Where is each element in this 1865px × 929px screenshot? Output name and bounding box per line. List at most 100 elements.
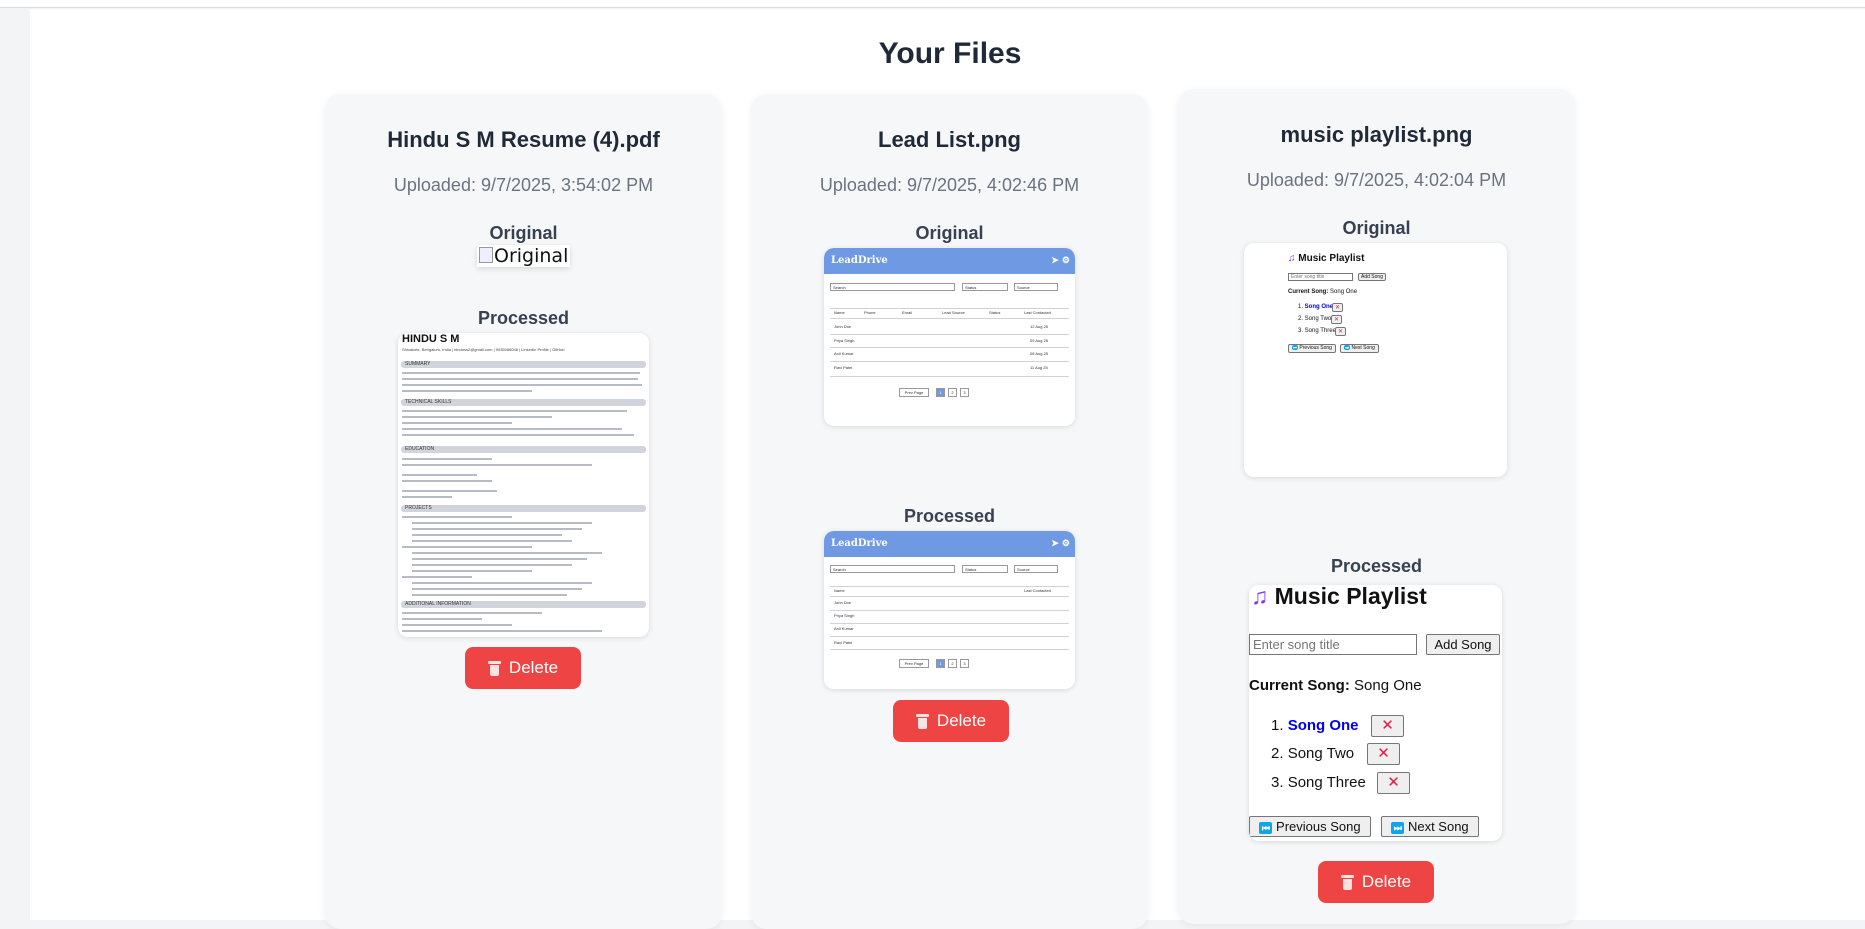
resume-line: [412, 564, 572, 566]
lead-cell: Ravi Patel: [834, 365, 853, 370]
resume-section: SUMMARY: [401, 361, 646, 368]
resume-line: [412, 588, 582, 590]
remove-song-button[interactable]: ✕: [1371, 715, 1404, 737]
lead-cell: Ravi Patel: [834, 640, 853, 645]
resume-line: [412, 528, 582, 530]
resume-line: [402, 496, 452, 498]
resume-line: [402, 372, 640, 374]
resume-line: [402, 480, 492, 482]
lead-app-name: LeadDrive: [831, 538, 888, 549]
resume-line: [402, 458, 492, 460]
remove-song-button[interactable]: ✕: [1367, 743, 1400, 765]
page-button: 3: [960, 388, 969, 397]
original-label: Original: [915, 223, 984, 243]
prev-page-button: Prev Page: [899, 659, 929, 668]
processed-label: Processed: [1330, 556, 1423, 576]
resume-line: [402, 390, 532, 392]
add-song-button: Add Song: [1358, 273, 1386, 281]
lead-app-name: LeadDrive: [831, 255, 888, 266]
processed-preview-lead[interactable]: LeadDrive ➤ ⚙ Search Status Source Name L…: [824, 531, 1075, 689]
remove-song-button[interactable]: ✕: [1377, 772, 1410, 794]
file-card-resume: Hindu S M Resume (4).pdf Uploaded: 9/7/2…: [325, 94, 722, 929]
delete-button[interactable]: Delete: [465, 647, 581, 689]
lead-cell: 08 Aug 25: [1030, 351, 1049, 356]
table-row: [830, 596, 1069, 597]
table-row: [830, 361, 1069, 362]
table-row: [830, 376, 1069, 377]
processed-preview-music[interactable]: ♫ Music Playlist Enter song title Add So…: [1249, 585, 1502, 841]
delete-button[interactable]: Delete: [1318, 861, 1434, 903]
resume-line: [402, 624, 512, 626]
current-song-label: Current Song:: [1249, 677, 1350, 694]
lead-app-header: LeadDrive ➤ ⚙: [824, 531, 1075, 557]
resume-line: [402, 464, 592, 466]
table-row: [830, 347, 1069, 348]
col-header: Phone: [864, 310, 876, 315]
resume-contact: Shivakote, Bengaluru, India | hinduss2@g…: [402, 347, 565, 352]
page-button: 1: [936, 388, 945, 397]
song-title: Song Three: [1287, 774, 1366, 791]
resume-line: [412, 582, 592, 584]
song-title: Song Two: [1287, 745, 1355, 762]
next-song-button[interactable]: ⏭ Next Song: [1381, 816, 1479, 837]
current-song: Current Song: Song One: [1288, 289, 1357, 295]
resume-line: [412, 552, 602, 554]
top-bar: [0, 0, 1865, 8]
original-image-alt: Original: [494, 245, 569, 267]
resume-line: [402, 516, 512, 518]
resume-line: [402, 378, 638, 380]
music-playlist-title-text: Music Playlist: [1274, 585, 1427, 609]
original-preview-music[interactable]: ♫ Music Playlist Enter song title Add So…: [1244, 243, 1507, 477]
resume-line: [402, 428, 622, 430]
page-button: 3: [960, 659, 969, 668]
resume-line: [402, 630, 602, 632]
processed-preview-resume[interactable]: HINDU S M Shivakote, Bengaluru, India | …: [398, 333, 649, 637]
current-song: Current Song: Song One: [1249, 677, 1422, 694]
next-song-label: Next Song: [1351, 345, 1375, 351]
table-row: [830, 610, 1069, 611]
page-title: Your Files: [878, 37, 1022, 70]
resume-line: [402, 576, 472, 578]
col-header: Last Contacted: [1024, 310, 1051, 315]
file-name: music playlist.png: [1280, 122, 1473, 147]
file-name: Hindu S M Resume (4).pdf: [387, 127, 660, 152]
lead-app-header: LeadDrive ➤ ⚙: [824, 248, 1075, 274]
resume-line: [402, 612, 542, 614]
song-input: Enter song title: [1249, 634, 1417, 655]
previous-icon: ⏮: [1292, 345, 1299, 350]
table-row: [830, 586, 1069, 587]
prev-page-button: Prev Page: [899, 388, 929, 397]
delete-button-label: Delete: [1361, 872, 1412, 891]
logout-icon: ➤ ⚙: [1051, 256, 1070, 266]
resume-section: TECHNICAL SKILLS: [401, 399, 646, 406]
song-item: 1. Song One: [1298, 304, 1334, 310]
lead-cell: Anil Kumar: [834, 626, 854, 631]
song-title: Song One: [1304, 304, 1334, 310]
delete-button[interactable]: Delete: [893, 700, 1009, 742]
previous-song-button[interactable]: ⏮ Previous Song: [1249, 816, 1371, 837]
resume-line: [402, 474, 477, 476]
processed-label: Processed: [903, 506, 996, 526]
resume-line: [412, 540, 572, 542]
lead-status-filter: Status: [962, 283, 1008, 291]
current-song-label: Current Song:: [1288, 289, 1329, 295]
music-playlist-title: ♫ Music Playlist: [1251, 585, 1427, 610]
delete-button-label: Delete: [936, 711, 987, 730]
upload-date: Uploaded: 9/7/2025, 3:54:02 PM: [393, 175, 654, 195]
resume-line: [402, 416, 552, 418]
lead-cell: Anil Kumar: [834, 351, 854, 356]
current-song-value: Song One: [1330, 289, 1358, 295]
original-image-broken: Original: [477, 245, 571, 267]
next-icon: ⏭: [1391, 822, 1405, 834]
previous-icon: ⏮: [1259, 822, 1273, 834]
lead-cell: 11 Aug 25: [1030, 365, 1048, 370]
resume-line: [412, 570, 532, 572]
original-preview-lead[interactable]: LeadDrive ➤ ⚙ Search Status Source Name P…: [824, 248, 1075, 426]
previous-song-button: ⏮ Previous Song: [1288, 344, 1336, 353]
file-name: Lead List.png: [878, 127, 1021, 152]
resume-line: [402, 618, 482, 620]
previous-song-label: Previous Song: [1299, 345, 1332, 351]
trash-icon: [915, 713, 929, 729]
table-row: [830, 623, 1069, 624]
add-song-button: Add Song: [1426, 634, 1500, 655]
